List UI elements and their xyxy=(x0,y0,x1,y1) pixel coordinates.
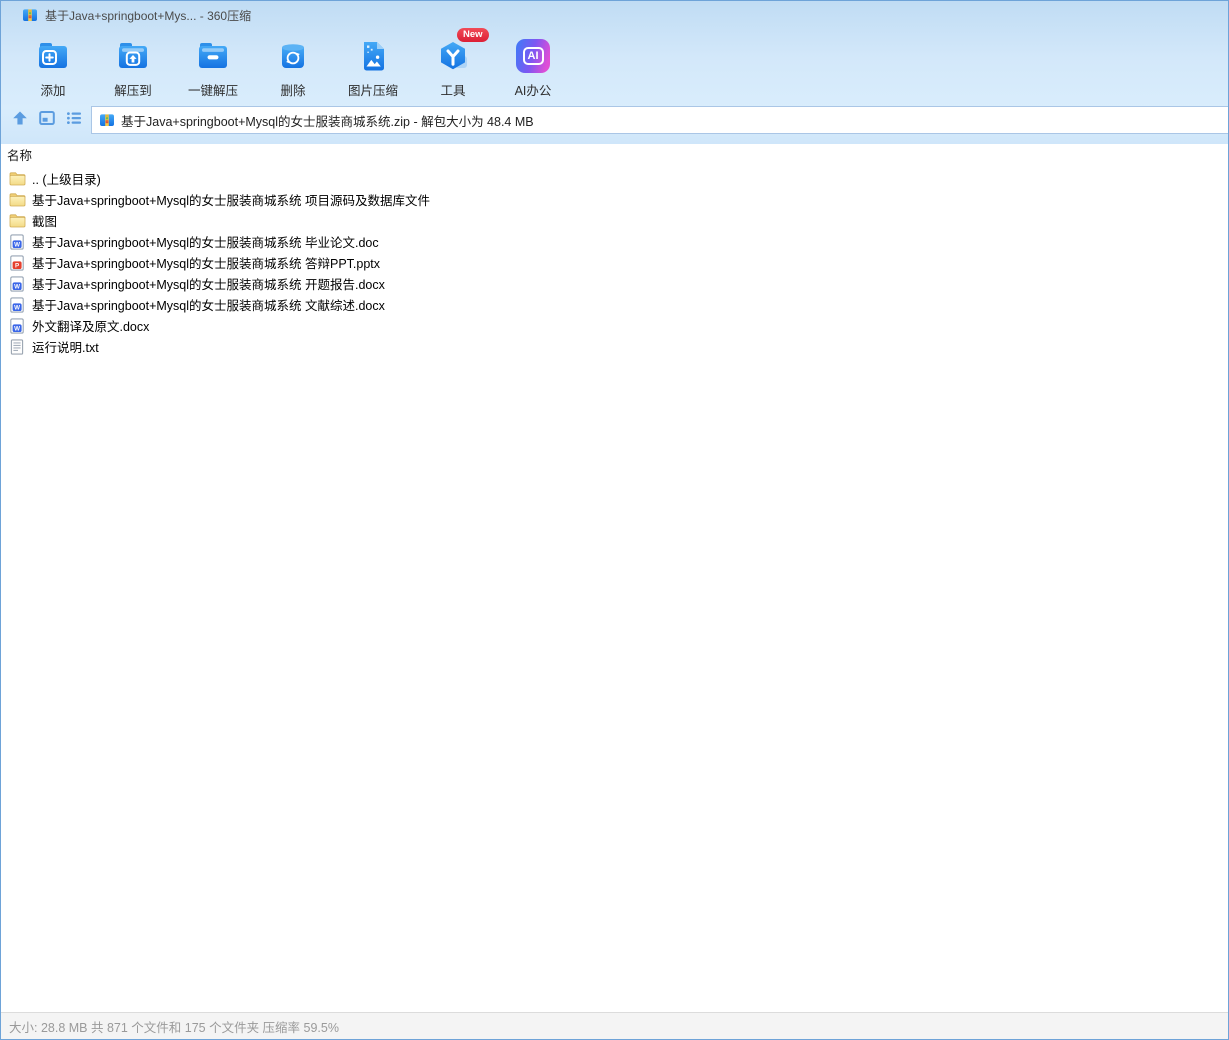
toolbar-label: 工具 xyxy=(440,84,466,98)
ppt-badge-letter: P xyxy=(15,262,19,269)
file-row-parent-dir[interactable]: .. (上级目录) xyxy=(1,168,1228,189)
powerpoint-document-icon: P xyxy=(9,254,26,271)
window-title: 基于Java+springboot+Mys... - 360压缩 xyxy=(45,8,252,23)
toolbar-button-delete[interactable]: 删除 xyxy=(253,31,333,99)
navigation-bar xyxy=(11,109,83,127)
file-name: 基于Java+springboot+Mysql的女士服装商城系统 答辩PPT.p… xyxy=(32,257,381,271)
list-view-button[interactable] xyxy=(65,109,83,127)
zip-file-icon xyxy=(99,112,115,128)
file-name: 基于Java+springboot+Mysql的女士服装商城系统 毕业论文.do… xyxy=(32,236,379,250)
file-name: 外文翻译及原文.docx xyxy=(32,320,150,334)
toolbar-label: 解压到 xyxy=(114,84,152,98)
file-row-txt[interactable]: 运行说明.txt xyxy=(1,336,1228,357)
status-text: 大小: 28.8 MB 共 871 个文件和 175 个文件夹 压缩率 59.5… xyxy=(9,1020,339,1035)
archive-path-text: 基于Java+springboot+Mysql的女士服装商城系统.zip - 解… xyxy=(121,114,534,129)
toolbar-button-image-compress[interactable]: 图片压缩 xyxy=(333,31,413,99)
toolbar-label: 一键解压 xyxy=(187,84,238,98)
ai-office-icon: AI xyxy=(514,37,552,75)
file-name: 截图 xyxy=(32,215,58,229)
one-click-extract-icon xyxy=(194,37,232,75)
image-compress-icon xyxy=(354,37,392,75)
tools-cube-icon xyxy=(434,37,472,75)
word-badge-letter: W xyxy=(14,325,20,332)
toolbar-button-tools[interactable]: New 工具 xyxy=(413,28,493,99)
file-row-folder[interactable]: 基于Java+springboot+Mysql的女士服装商城系统 项目源码及数据… xyxy=(1,189,1228,210)
word-badge-letter: W xyxy=(14,241,20,248)
window-chrome: 基于Java+springboot+Mys... - 360压缩 添加 解压到 … xyxy=(1,1,1228,144)
file-row-word-doc[interactable]: W 基于Java+springboot+Mysql的女士服装商城系统 文献综述.… xyxy=(1,294,1228,315)
folder-icon xyxy=(9,213,26,229)
toolbar-label: AI办公 xyxy=(514,84,552,98)
up-directory-button[interactable] xyxy=(11,109,29,127)
file-name: 基于Java+springboot+Mysql的女士服装商城系统 项目源码及数据… xyxy=(32,194,430,208)
toolbar-label: 图片压缩 xyxy=(347,84,398,98)
file-row-word-doc[interactable]: W 基于Java+springboot+Mysql的女士服装商城系统 开题报告.… xyxy=(1,273,1228,294)
word-badge-letter: W xyxy=(14,304,20,311)
file-list-panel: 名称 .. (上级目录) 基于Java+springboot+Mysql的女士服… xyxy=(1,144,1228,1012)
toolbar: 添加 解压到 一键解压 删除 图片压缩 New 工具 AI AI办公 xyxy=(13,28,573,101)
toolbar-label: 添加 xyxy=(40,84,66,98)
extract-to-icon xyxy=(114,37,152,75)
app-window: 基于Java+springboot+Mys... - 360压缩 添加 解压到 … xyxy=(0,0,1229,1040)
file-row-word-doc[interactable]: W 基于Java+springboot+Mysql的女士服装商城系统 毕业论文.… xyxy=(1,231,1228,252)
new-badge: New xyxy=(457,28,489,42)
delete-trash-icon xyxy=(274,37,312,75)
folder-icon xyxy=(9,192,26,208)
view-mode-button[interactable] xyxy=(38,109,56,127)
word-document-icon: W xyxy=(9,275,26,292)
address-bar[interactable]: 基于Java+springboot+Mysql的女士服装商城系统.zip - 解… xyxy=(91,106,1228,134)
file-name: 运行说明.txt xyxy=(32,341,99,355)
file-row-ppt[interactable]: P 基于Java+springboot+Mysql的女士服装商城系统 答辩PPT… xyxy=(1,252,1228,273)
file-name: .. (上级目录) xyxy=(32,173,101,187)
name-column-header[interactable]: 名称 xyxy=(1,144,1228,168)
folder-icon xyxy=(9,171,26,187)
archive-app-icon xyxy=(22,7,38,23)
file-row-folder[interactable]: 截图 xyxy=(1,210,1228,231)
toolbar-button-extract-to[interactable]: 解压到 xyxy=(93,31,173,99)
file-name: 基于Java+springboot+Mysql的女士服装商城系统 文献综述.do… xyxy=(32,299,385,313)
ai-icon-text: AI xyxy=(522,47,544,65)
toolbar-button-add[interactable]: 添加 xyxy=(13,31,93,99)
file-row-word-doc[interactable]: W 外文翻译及原文.docx xyxy=(1,315,1228,336)
toolbar-label: 删除 xyxy=(280,84,306,98)
toolbar-button-ai-office[interactable]: AI AI办公 xyxy=(493,31,573,99)
word-badge-letter: W xyxy=(14,283,20,290)
file-name: 基于Java+springboot+Mysql的女士服装商城系统 开题报告.do… xyxy=(32,278,385,292)
title-bar[interactable]: 基于Java+springboot+Mys... - 360压缩 xyxy=(1,1,1228,29)
toolbar-button-one-click-extract[interactable]: 一键解压 xyxy=(173,31,253,99)
add-archive-icon xyxy=(34,37,72,75)
word-document-icon: W xyxy=(9,317,26,334)
text-file-icon xyxy=(9,338,26,355)
word-document-icon: W xyxy=(9,233,26,250)
word-document-icon: W xyxy=(9,296,26,313)
status-bar: 大小: 28.8 MB 共 871 个文件和 175 个文件夹 压缩率 59.5… xyxy=(1,1012,1228,1039)
